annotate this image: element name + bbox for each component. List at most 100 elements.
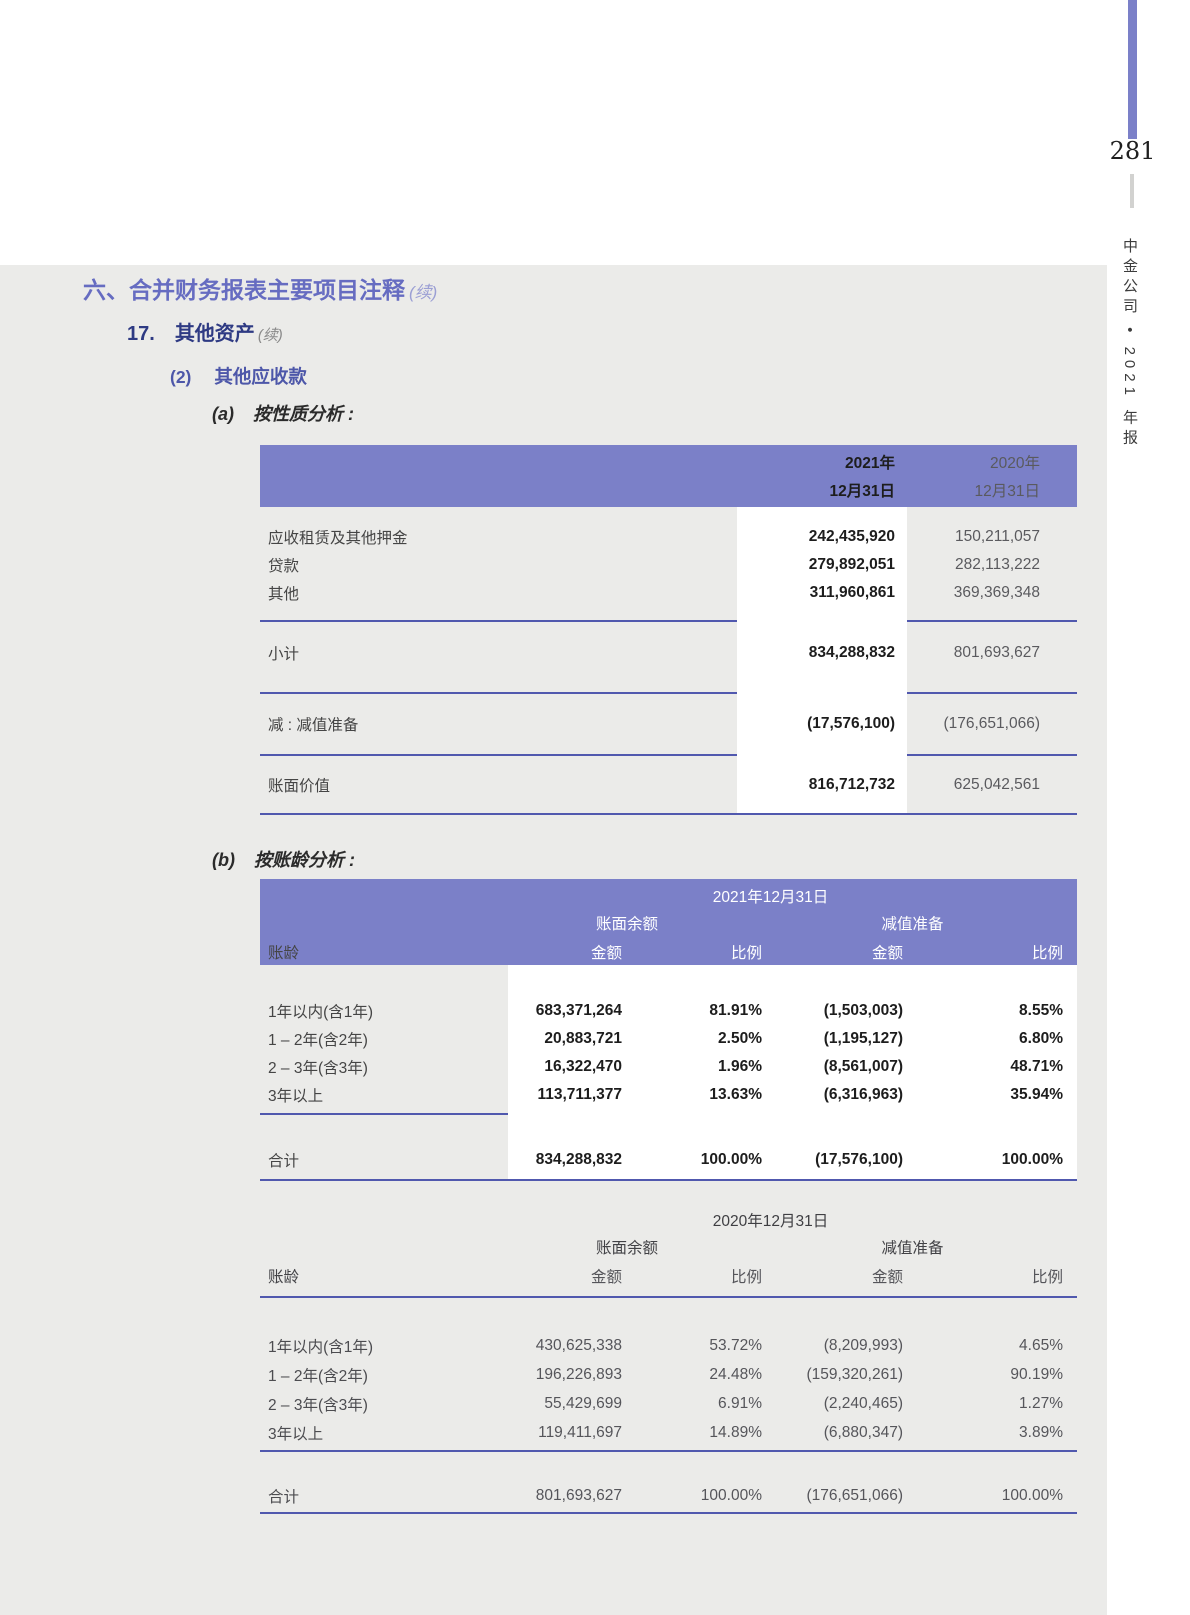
col-header-ratio-2: 比例 [903, 941, 1063, 963]
analysis-b-title: 按账龄分析 : [254, 850, 355, 870]
table-cell: 242,435,920 [735, 528, 895, 546]
table-cell: (159,320,261) [762, 1366, 903, 1384]
table-cell: 311,960,861 [735, 584, 895, 602]
table-cell: 合计 [260, 1149, 492, 1171]
col-header-amount-2: 金额 [762, 941, 903, 963]
table-cell: (17,576,100) [735, 715, 895, 733]
table-by-nature-header: 2021年 2020年 12月31日 12月31日 [260, 445, 1077, 507]
table-row: 3年以上119,411,69714.89%(6,880,347)3.89% [260, 1418, 1077, 1447]
table-row: 1年以内(含1年)683,371,26481.91%(1,503,003)8.5… [260, 997, 1077, 1025]
table-cell: 113,711,377 [492, 1086, 622, 1104]
rule-line [260, 813, 1077, 815]
aging-2020-rows: 1年以内(含1年)430,625,33853.72%(8,209,993)4.6… [260, 1298, 1077, 1450]
table-cell: 20,883,721 [492, 1030, 622, 1048]
table-cell: 683,371,264 [492, 1002, 622, 1020]
group-header-balance: 账面余额 [492, 912, 762, 938]
nature-items-group: 应收租赁及其他押金242,435,920150,211,057贷款279,892… [260, 507, 1077, 620]
table-cell: 801,693,627 [895, 644, 1040, 662]
table-cell: 801,693,627 [492, 1487, 622, 1505]
table-cell: 55,429,699 [492, 1395, 622, 1413]
table-cell: 282,113,222 [895, 556, 1040, 574]
table-row: 贷款279,892,051282,113,222 [260, 551, 1077, 579]
aging-2021-total: 合计834,288,832100.00%(17,576,100)100.00% [260, 1115, 1077, 1179]
table-cell: 减 : 减值准备 [260, 713, 735, 735]
table-row: 账面价值816,712,732625,042,561 [260, 771, 1077, 799]
table-cell: 6.91% [622, 1395, 762, 1413]
rule-line [260, 1179, 1077, 1181]
table-cell: 1.96% [622, 1058, 762, 1076]
table-cell: (176,651,066) [895, 715, 1040, 733]
subtotal-group: 小计834,288,832801,693,627 [260, 622, 1077, 692]
table-cell: (8,209,993) [762, 1337, 903, 1355]
item-heading-continued: (续) [258, 327, 283, 344]
group-header-impairment: 减值准备 [762, 912, 1063, 938]
item-heading-text: 其他资产 [175, 323, 255, 345]
table-cell: 90.19% [903, 1366, 1063, 1384]
group-header-balance: 账面余额 [492, 1236, 762, 1262]
col-header-aging: 账龄 [260, 941, 492, 963]
col-header-2021-date: 12月31日 [735, 479, 895, 501]
analysis-a-title: 按性质分析 : [253, 404, 354, 424]
table-aging-2021-body: 1年以内(含1年)683,371,26481.91%(1,503,003)8.5… [260, 965, 1077, 1181]
item-heading: 17. 其他资产(续) [127, 317, 283, 346]
table-by-nature-body: 应收租赁及其他押金242,435,920150,211,057贷款279,892… [260, 507, 1077, 815]
table-cell: 2 – 3年(含3年) [260, 1393, 492, 1415]
table-aging-2021: 2021年12月31日 账面余额 减值准备 账龄 金额 比例 金额 比例 1年以… [260, 879, 1077, 1181]
table-cell: 3年以上 [260, 1084, 492, 1106]
col-header-amount-1: 金额 [492, 1265, 622, 1287]
table-cell: 其他 [260, 582, 735, 604]
table-row: 3年以上113,711,37713.63%(6,316,963)35.94% [260, 1081, 1077, 1109]
table-by-nature: 2021年 2020年 12月31日 12月31日 应收租赁及其他押金242,4… [260, 445, 1077, 815]
item-number: 17. [127, 323, 155, 345]
col-header-2020-date: 12月31日 [895, 479, 1040, 501]
table-cell: 账面价值 [260, 774, 735, 796]
page-number: 281 [1090, 137, 1175, 165]
table-cell: 100.00% [903, 1487, 1063, 1505]
carrying-value-group: 账面价值816,712,732625,042,561 [260, 756, 1077, 813]
table-cell: 24.48% [622, 1366, 762, 1384]
table-row: 合计801,693,627100.00%(176,651,066)100.00% [260, 1482, 1077, 1510]
section-heading: 六、合并财务报表主要项目注释(续) [83, 271, 437, 305]
analysis-b-heading: (b)按账龄分析 : [212, 846, 355, 872]
table-row: 1 – 2年(含2年)20,883,7212.50%(1,195,127)6.8… [260, 1025, 1077, 1053]
chapter-marker-bar [1128, 0, 1137, 139]
report-page: 281 中金公司 • 2021 年报 六、合并财务报表主要项目注释(续) 17.… [0, 0, 1190, 1615]
table-cell: (8,561,007) [762, 1058, 903, 1076]
table-row: 小计834,288,832801,693,627 [260, 639, 1077, 667]
group-header-impairment: 减值准备 [762, 1236, 1063, 1262]
col-header-amount-1: 金额 [492, 941, 622, 963]
table-cell: 4.65% [903, 1337, 1063, 1355]
table-cell: 279,892,051 [735, 556, 895, 574]
rule-line [260, 1512, 1077, 1514]
table-row: 合计834,288,832100.00%(17,576,100)100.00% [260, 1146, 1077, 1174]
table-cell: 13.63% [622, 1086, 762, 1104]
aging-2020-title: 2020年12月31日 [492, 1208, 1049, 1236]
table-row: 应收租赁及其他押金242,435,920150,211,057 [260, 523, 1077, 551]
page-number-rule [1130, 174, 1134, 208]
subitem-number: (2) [170, 367, 191, 387]
table-cell: 1 – 2年(含2年) [260, 1364, 492, 1386]
col-header-ratio-1: 比例 [622, 941, 762, 963]
aging-2020-total: 合计801,693,627100.00%(176,651,066)100.00% [260, 1452, 1077, 1512]
col-header-2020-year: 2020年 [895, 451, 1040, 473]
table-row: 2 – 3年(含3年)55,429,6996.91%(2,240,465)1.2… [260, 1389, 1077, 1418]
running-title-vertical: 中金公司 • 2021 年报 [1119, 238, 1140, 449]
table-cell: 369,369,348 [895, 584, 1040, 602]
table-cell: (1,195,127) [762, 1030, 903, 1048]
table-cell: 贷款 [260, 554, 735, 576]
table-cell: 16,322,470 [492, 1058, 622, 1076]
table-row: 减 : 减值准备(17,576,100)(176,651,066) [260, 710, 1077, 738]
table-cell: 6.80% [903, 1030, 1063, 1048]
table-cell: (176,651,066) [762, 1487, 903, 1505]
table-cell: 48.71% [903, 1058, 1063, 1076]
table-cell: 1 – 2年(含2年) [260, 1028, 492, 1050]
table-cell: 100.00% [903, 1151, 1063, 1169]
col-header-amount-2: 金额 [762, 1265, 903, 1287]
table-cell: (1,503,003) [762, 1002, 903, 1020]
col-header-aging: 账龄 [260, 1265, 492, 1287]
table-aging-2021-header: 2021年12月31日 账面余额 减值准备 账龄 金额 比例 金额 比例 [260, 879, 1077, 965]
table-cell: 150,211,057 [895, 528, 1040, 546]
table-cell: 119,411,697 [492, 1424, 622, 1442]
table-cell: 1年以内(含1年) [260, 1000, 492, 1022]
table-cell: 81.91% [622, 1002, 762, 1020]
